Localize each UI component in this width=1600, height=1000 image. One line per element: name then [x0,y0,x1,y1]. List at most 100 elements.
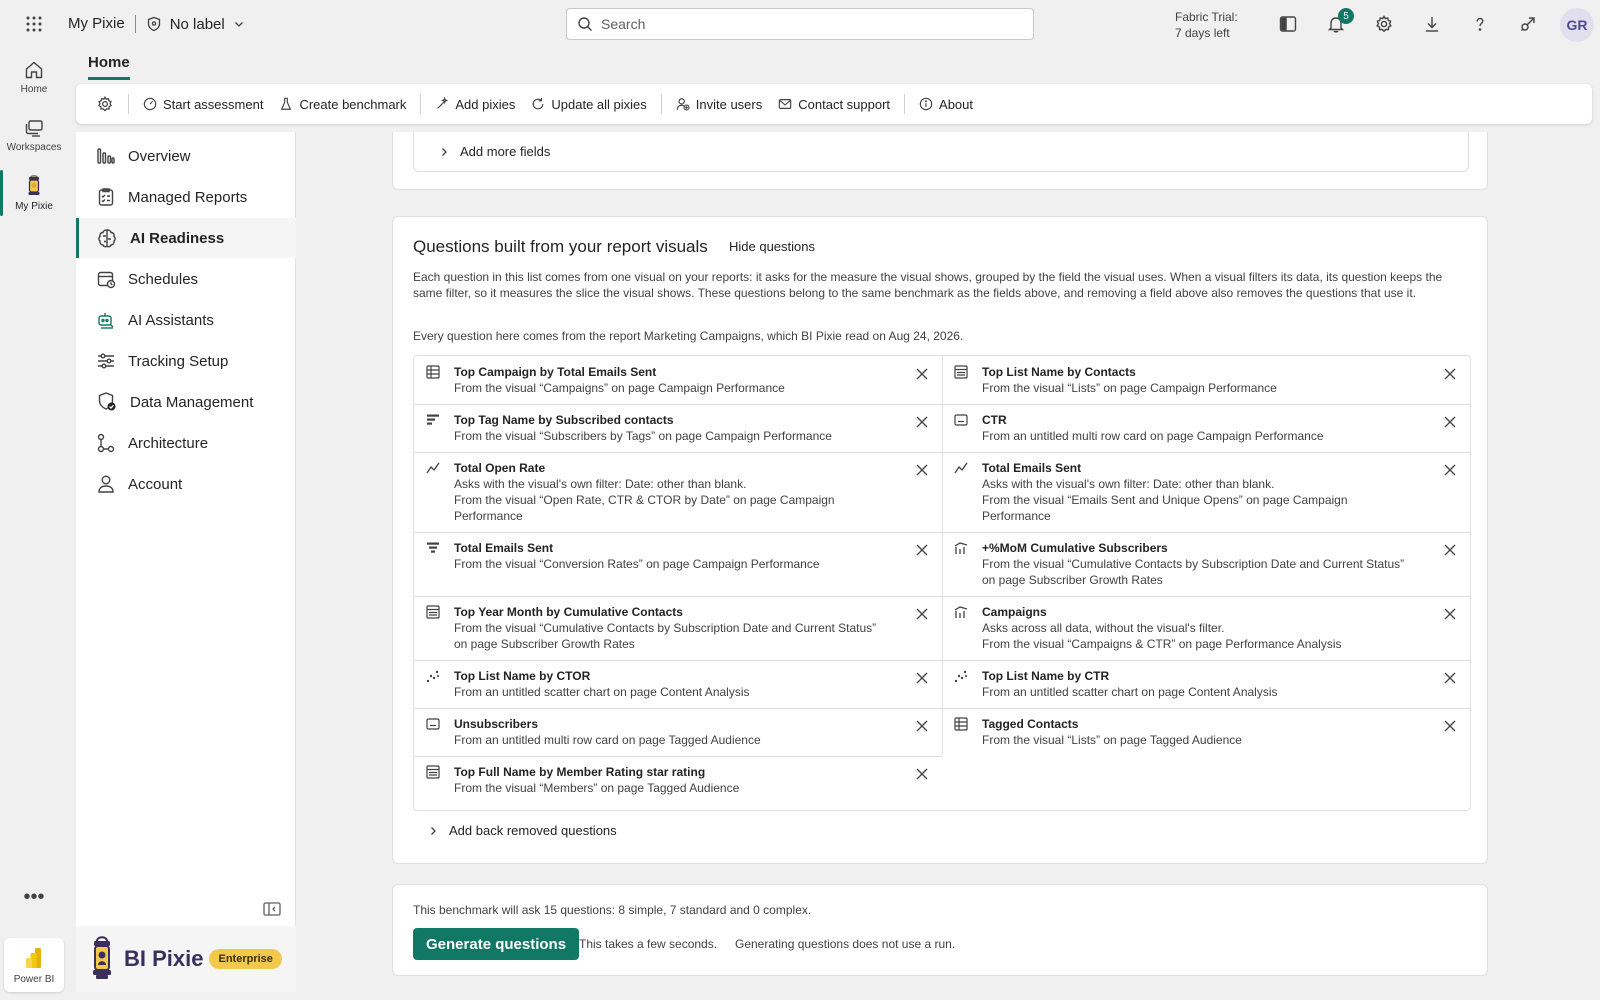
sensitivity-label-text: No label [169,15,225,33]
collapse-panel-icon[interactable] [263,902,281,916]
workspaces-icon [25,120,43,137]
rail-workspaces[interactable]: Workspaces [0,106,68,164]
nav-item-managed-reports[interactable]: Managed Reports [76,177,296,217]
nav-item-label: Schedules [128,270,199,288]
generate-time-note: This takes a few seconds. [579,937,718,951]
question-name: Total Emails Sent [982,461,1082,475]
multi-row-card-icon [426,718,440,730]
user-avatar[interactable]: GR [1560,8,1594,42]
question-item: Top List Name by CTR From an untitled sca… [942,660,1470,708]
download-icon[interactable] [1408,0,1456,48]
remove-question-icon[interactable] [916,464,928,476]
trial-status[interactable]: Fabric Trial: 7 days left [1175,9,1238,41]
remove-question-icon[interactable] [916,720,928,732]
hide-questions-button[interactable]: Hide questions [729,239,815,254]
create-benchmark-button[interactable]: Create benchmark [271,88,414,120]
remove-question-icon[interactable] [916,608,928,620]
about-button[interactable]: About [911,88,981,120]
remove-question-icon[interactable] [1444,672,1456,684]
remove-question-icon[interactable] [916,544,928,556]
sliders-icon [98,353,114,369]
remove-question-icon[interactable] [916,368,928,380]
question-detail: From the visual “Members” on page Tagged… [454,781,740,795]
help-icon[interactable] [1456,0,1504,48]
rail-home-label: Home [20,84,48,95]
remove-question-icon[interactable] [1444,416,1456,428]
rail-mypixie[interactable]: My Pixie [0,164,68,222]
nav-item-ai-readiness[interactable]: AI Readiness [76,218,296,258]
home-icon [25,61,43,79]
question-item: Total Emails Sent Asks with the visual's … [942,452,1470,532]
search-box[interactable] [566,8,1034,40]
share-feedback-icon[interactable] [1504,0,1552,48]
more-options-icon[interactable]: ••• [0,886,68,909]
nav-item-label: Data Management [130,393,254,411]
nav-item-label: Overview [128,147,191,165]
questions-card: Questions built from your report visuals… [392,216,1488,864]
app-launcher-icon[interactable] [0,0,68,48]
trial-line-1: Fabric Trial: [1175,10,1238,24]
generate-questions-button[interactable]: Generate questions [413,928,580,960]
remove-question-icon[interactable] [1444,464,1456,476]
remove-question-icon[interactable] [916,416,928,428]
nav-item-account[interactable]: Account [76,464,296,504]
notifications-icon[interactable]: 5 [1312,0,1360,48]
app-name[interactable]: My Pixie [68,15,136,33]
nav-item-architecture[interactable]: Architecture [76,423,296,463]
rail-home[interactable]: Home [0,48,68,106]
power-bi-label: Power BI [13,973,55,985]
nav-item-tracking-setup[interactable]: Tracking Setup [76,341,296,381]
toolbar-divider [420,94,422,114]
add-pixies-button[interactable]: Add pixies [427,88,523,120]
gauge-icon [143,97,157,111]
question-detail: From the visual “Campaigns & CTR” on pag… [982,637,1342,651]
update-all-pixies-button[interactable]: Update all pixies [523,88,654,120]
shield-check-icon [98,392,116,411]
home-tab[interactable]: Home [88,54,130,80]
list-table-icon [426,765,440,779]
question-item: Total Open Rate Asks with the visual's ow… [414,452,942,532]
panel-toggle-icon[interactable] [1264,0,1312,48]
question-item: Tagged Contacts From the visual “Lists” o… [942,708,1470,756]
calendar-clock-icon [97,271,116,289]
refresh-icon [533,97,544,110]
remove-question-icon[interactable] [916,768,928,780]
question-name: Tagged Contacts [982,717,1079,731]
invite-users-button[interactable]: Invite users [668,88,770,120]
notifications-count-badge: 5 [1338,8,1354,24]
settings-gear-icon[interactable] [1360,0,1408,48]
question-detail: From the visual “Cumulative Contacts by … [454,621,877,651]
mail-icon [778,99,792,109]
create-benchmark-label: Create benchmark [299,96,407,112]
question-name: CTR [982,413,1007,427]
remove-question-icon[interactable] [1444,608,1456,620]
contact-support-button[interactable]: Contact support [770,88,898,120]
question-item: Top Full Name by Member Rating star rati… [414,756,942,804]
sensitivity-label-dropdown[interactable]: No label [146,16,245,33]
main-content: Add more fields Questions built from you… [296,132,1600,1000]
bar-chart-icon [97,148,115,164]
contact-support-label: Contact support [798,96,891,112]
power-bi-switcher[interactable]: Power BI [4,938,64,992]
toolbar-divider [128,94,129,114]
table-icon [426,365,440,379]
question-item: Campaigns Asks across all data, without t… [942,596,1470,660]
remove-question-icon[interactable] [1444,720,1456,732]
add-more-fields-toggle[interactable]: Add more fields [413,132,1469,172]
nav-item-data-management[interactable]: Data Management [76,382,296,422]
table-icon [954,717,968,731]
search-input[interactable] [601,16,1001,32]
question-item: +%MoM Cumulative Subscribers From the vis… [942,532,1470,596]
question-detail: From the visual “Open Rate, CTR & CTOR b… [454,493,835,523]
nav-item-schedules[interactable]: Schedules [76,259,296,299]
start-assessment-button[interactable]: Start assessment [135,88,271,120]
add-more-fields-label: Add more fields [460,144,551,159]
toolbar-settings-button[interactable] [88,88,122,120]
nav-item-overview[interactable]: Overview [76,136,296,176]
remove-question-icon[interactable] [1444,368,1456,380]
nav-item-ai-assistants[interactable]: AI Assistants [76,300,296,340]
question-name: Top Campaign by Total Emails Sent [454,365,657,379]
remove-question-icon[interactable] [916,672,928,684]
add-back-removed-questions-toggle[interactable]: Add back removed questions [427,823,617,838]
remove-question-icon[interactable] [1444,544,1456,556]
